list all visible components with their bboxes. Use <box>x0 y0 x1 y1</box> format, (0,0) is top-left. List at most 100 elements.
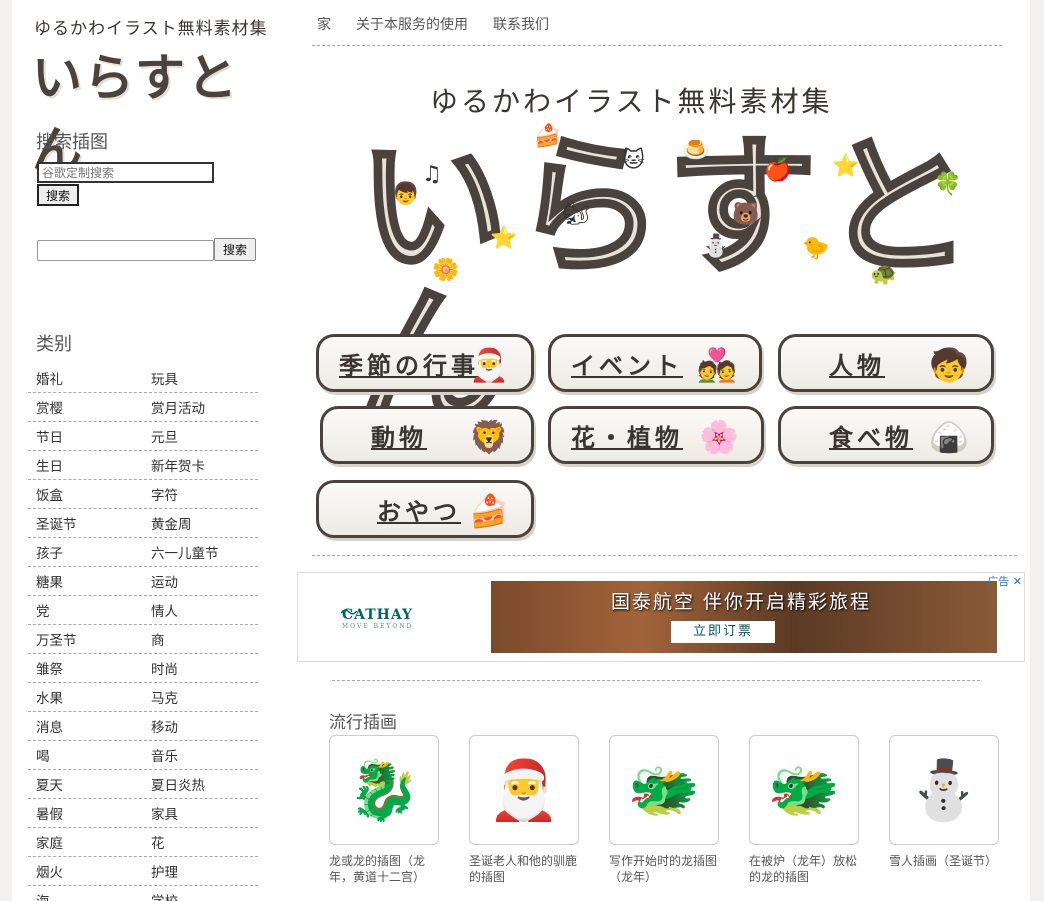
category-button-label: おやつ <box>377 496 461 526</box>
category-link[interactable]: 字符 <box>143 484 258 504</box>
category-link[interactable]: 海 <box>28 890 143 901</box>
category-button-events[interactable]: イベント 💑 <box>548 334 762 392</box>
turtle-icon: 🐢 <box>870 262 898 287</box>
category-link[interactable]: 万圣节 <box>28 629 143 649</box>
category-link[interactable]: 花 <box>143 832 258 852</box>
category-button-label: 人物 <box>829 350 885 380</box>
popular-item[interactable]: 🐲 写作开始时的龙插图（龙年） <box>609 735 729 885</box>
category-link[interactable]: 护理 <box>143 861 258 881</box>
hero-banner: ゆるかわイラスト無料素材集 いらすとん 👦 ♫ 🍰 🐱 🍮 🍎 ⭐ 🍀 🐿 🐻 … <box>312 62 1002 434</box>
category-row: 孩子 六一儿童节 <box>28 538 258 567</box>
popular-item[interactable]: 🎅 圣诞老人和他的驯鹿的插图 <box>469 735 589 885</box>
popular-caption[interactable]: 写作开始时的龙插图（龙年） <box>609 853 719 885</box>
category-link[interactable]: 圣诞节 <box>28 513 143 533</box>
category-link[interactable]: 音乐 <box>143 745 258 765</box>
category-link[interactable]: 六一儿童节 <box>143 542 258 562</box>
nav-home[interactable]: 家 <box>312 14 331 45</box>
cake-icon: 🍰 <box>534 124 562 149</box>
music-note-icon: ♫ <box>422 162 442 187</box>
popular-item[interactable]: 🐲 在被炉（龙年）放松的龙的插图 <box>749 735 869 885</box>
category-button-label: 花・植物 <box>571 422 683 452</box>
category-link[interactable]: 赏樱 <box>28 397 143 417</box>
ad-choices[interactable]: 广告 ✕ <box>987 573 1022 589</box>
category-link[interactable]: 喝 <box>28 745 143 765</box>
category-heading: 类别 <box>36 334 72 355</box>
custom-search-input[interactable] <box>37 162 214 183</box>
site-search-button[interactable]: 搜索 <box>214 238 256 261</box>
category-link[interactable]: 节日 <box>28 426 143 446</box>
clover-icon: 🍀 <box>934 172 962 197</box>
category-link[interactable]: 饭盒 <box>28 484 143 504</box>
popular-caption[interactable]: 圣诞老人和他的驯鹿的插图 <box>469 853 579 885</box>
category-row: 暑假 家具 <box>28 799 258 828</box>
santa-icon: 🎅 <box>469 346 513 384</box>
category-link[interactable]: 时尚 <box>143 658 258 678</box>
ad-brand-tagline: MOVE BEYOND <box>342 623 414 630</box>
category-button-plants[interactable]: 花・植物 🌸 <box>548 406 764 464</box>
custom-search-button[interactable]: 搜索 <box>37 184 79 206</box>
category-link[interactable]: 元旦 <box>143 426 258 446</box>
category-link[interactable]: 家庭 <box>28 832 143 852</box>
daisy-icon: 🌼 <box>432 258 460 283</box>
category-link[interactable]: 玩具 <box>143 368 258 388</box>
category-link[interactable]: 暑假 <box>28 803 143 823</box>
boy-icon: 👦 <box>392 182 420 207</box>
category-link[interactable]: 烟火 <box>28 861 143 881</box>
category-link[interactable]: 消息 <box>28 716 143 736</box>
ad-cta-button[interactable]: 立即订票 <box>671 621 775 643</box>
category-button-label: 食べ物 <box>829 422 913 452</box>
category-link[interactable]: 情人 <box>143 600 258 620</box>
category-link[interactable]: 糖果 <box>28 571 143 591</box>
popular-caption[interactable]: 在被炉（龙年）放松的龙的插图 <box>749 853 859 885</box>
category-button-snacks[interactable]: おやつ 🍰 <box>316 480 534 538</box>
category-row: 节日 元旦 <box>28 422 258 451</box>
category-row: 夏天 夏日炎热 <box>28 770 258 799</box>
apple-icon: 🍎 <box>764 158 792 183</box>
category-link[interactable]: 黄金周 <box>143 513 258 533</box>
popular-caption[interactable]: 龙或龙的插图（龙年，黄道十二宫） <box>329 853 439 885</box>
ad-image[interactable]: 国泰航空 伴你开启精彩旅程 立即订票 <box>491 581 997 653</box>
category-link[interactable]: 家具 <box>143 803 258 823</box>
category-button-people[interactable]: 人物 🧒 <box>778 334 994 392</box>
nav-about[interactable]: 关于本服务的使用 <box>351 14 468 45</box>
category-row: 万圣节商 <box>28 625 258 654</box>
popular-item[interactable]: 🐉 龙或龙的插图（龙年，黄道十二宫） <box>329 735 449 885</box>
category-link[interactable]: 生日 <box>28 455 143 475</box>
category-link[interactable]: 马克 <box>143 687 258 707</box>
site-search-input[interactable] <box>37 240 214 261</box>
category-row: 雏祭 时尚 <box>28 654 258 683</box>
category-button-label: 動物 <box>371 422 427 452</box>
category-button-seasonal[interactable]: 季節の行事 🎅 <box>316 334 534 392</box>
category-link[interactable]: 婚礼 <box>28 368 143 388</box>
ad-banner[interactable]: 〜 CATHAY MOVE BEYOND 国泰航空 伴你开启精彩旅程 立即订票 … <box>297 572 1025 662</box>
category-link[interactable]: 党 <box>28 600 143 620</box>
squirrel-icon: 🐿 <box>562 202 590 227</box>
site-logo[interactable]: ゆるかわイラスト無料素材集 いらすとん <box>30 12 270 179</box>
category-link[interactable]: 新年贺卡 <box>143 455 258 475</box>
category-link[interactable]: 学校 <box>143 890 258 901</box>
santa-reindeer-icon[interactable]: 🎅 <box>469 735 579 845</box>
dragon-kotatsu-icon[interactable]: 🐲 <box>749 735 859 845</box>
nav-contact[interactable]: 联系我们 <box>488 14 549 45</box>
category-link[interactable]: 赏月活动 <box>143 397 258 417</box>
category-button-label: イベント <box>571 350 683 380</box>
category-link[interactable]: 运动 <box>143 571 258 591</box>
category-link[interactable]: 夏日炎热 <box>143 774 258 794</box>
category-link[interactable]: 水果 <box>28 687 143 707</box>
dragon-icon[interactable]: 🐉 <box>329 735 439 845</box>
category-button-animals[interactable]: 動物 🦁 <box>320 406 534 464</box>
category-link[interactable]: 孩子 <box>28 542 143 562</box>
category-button-food[interactable]: 食べ物 🍙 <box>778 406 994 464</box>
close-icon[interactable]: ✕ <box>1013 575 1022 588</box>
category-row: 海学校 <box>28 886 258 901</box>
category-link[interactable]: 雏祭 <box>28 658 143 678</box>
page: ゆるかわイラスト無料素材集 いらすとん 搜索插图 搜索 搜索 类别 婚礼玩具赏樱… <box>12 0 1030 901</box>
category-link[interactable]: 移动 <box>143 716 258 736</box>
popular-caption[interactable]: 雪人插画（圣诞节） <box>889 853 999 869</box>
category-link[interactable]: 商 <box>143 629 258 649</box>
category-link[interactable]: 夏天 <box>28 774 143 794</box>
sidebar: ゆるかわイラスト無料素材集 いらすとん 搜索插图 搜索 搜索 类别 婚礼玩具赏樱… <box>12 0 274 901</box>
dragon-writing-icon[interactable]: 🐲 <box>609 735 719 845</box>
popular-item[interactable]: ⛄ 雪人插画（圣诞节） <box>889 735 1009 869</box>
snowman-icon[interactable]: ⛄ <box>889 735 999 845</box>
